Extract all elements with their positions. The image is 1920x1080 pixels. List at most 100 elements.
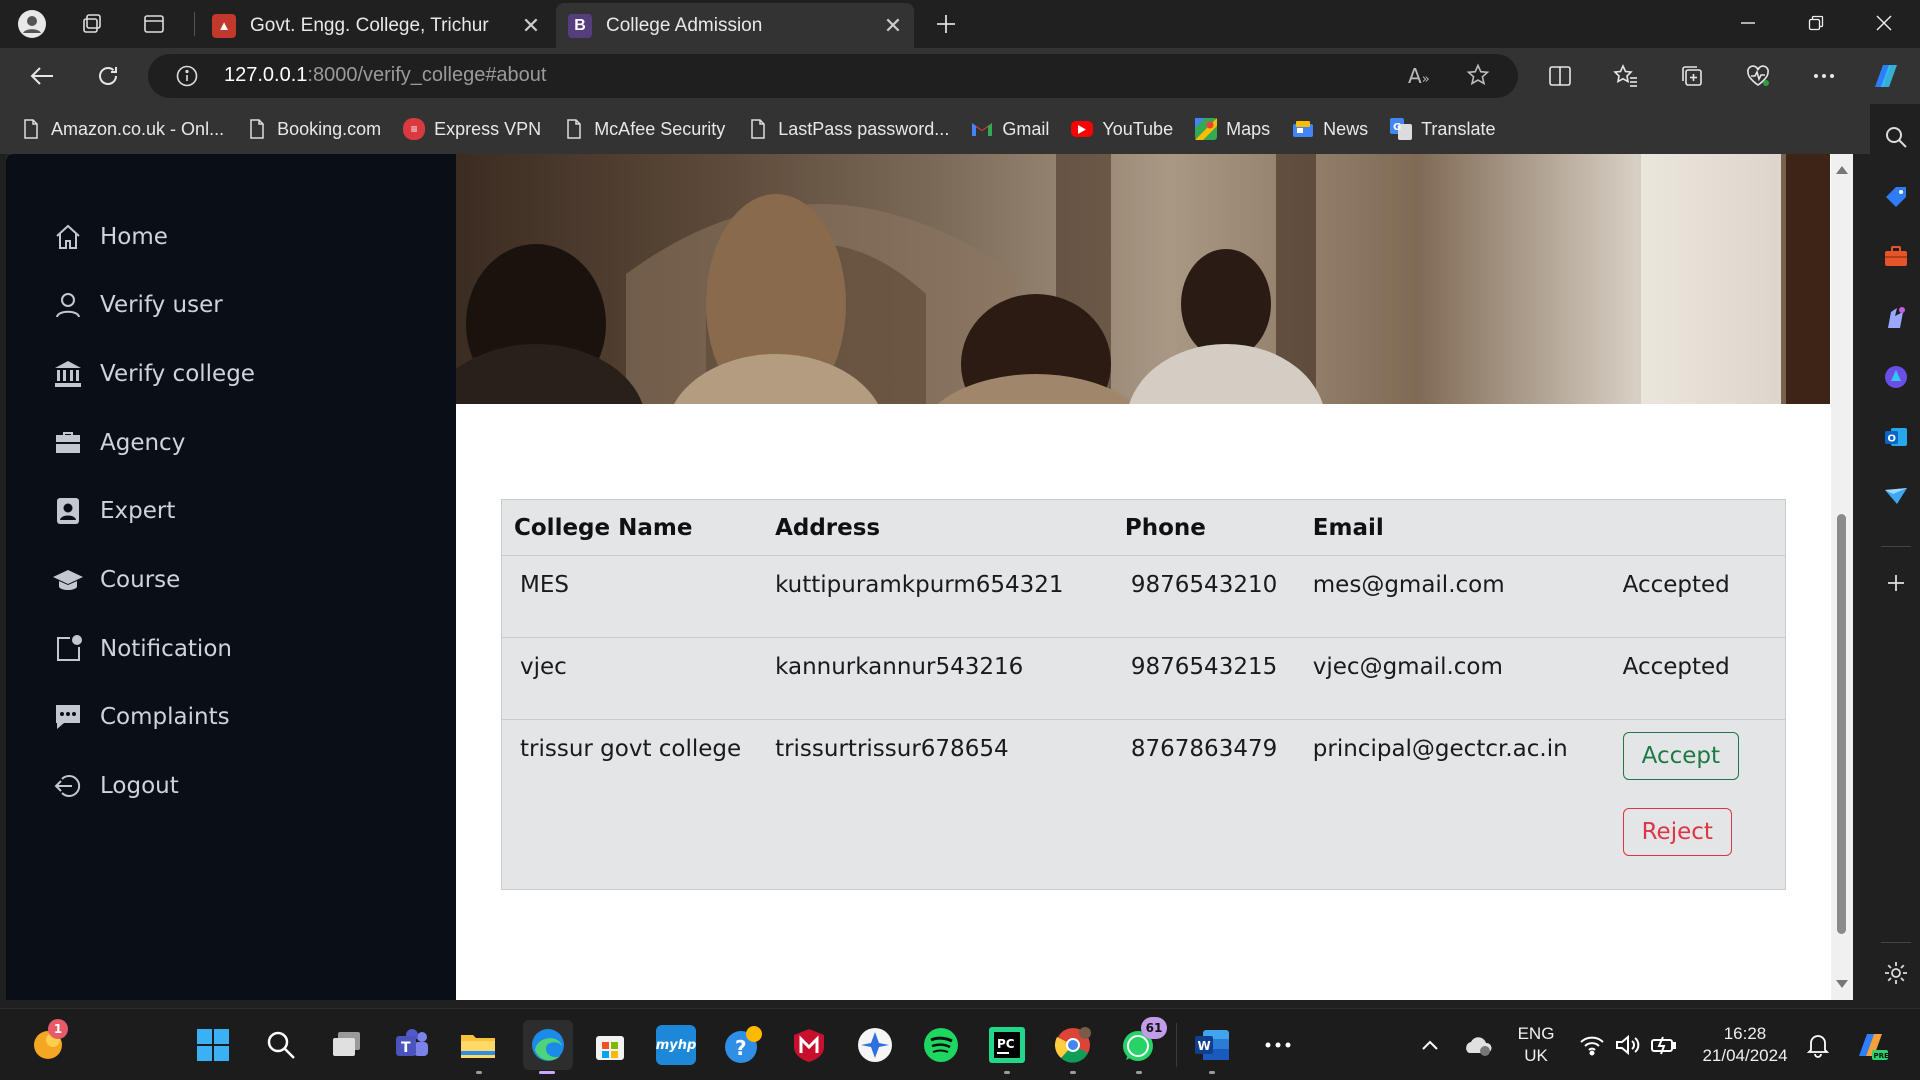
favorite-star-icon[interactable] bbox=[1466, 63, 1490, 91]
search-icon[interactable] bbox=[261, 1025, 301, 1065]
bookmark-translate[interactable]: G Translate bbox=[1390, 118, 1495, 140]
search-icon[interactable] bbox=[1883, 124, 1909, 150]
send-icon[interactable] bbox=[1883, 484, 1909, 510]
site-info-icon[interactable] bbox=[176, 65, 198, 91]
accept-button[interactable]: Accept bbox=[1622, 732, 1739, 780]
close-tab-icon[interactable]: ✕ bbox=[878, 13, 908, 39]
tools-icon[interactable] bbox=[1883, 244, 1909, 270]
copilot-app-icon[interactable] bbox=[1883, 364, 1909, 390]
tab-actions-icon[interactable] bbox=[138, 8, 170, 40]
language-indicator[interactable]: ENG UK bbox=[1504, 1023, 1568, 1067]
tab-title: College Admission bbox=[606, 14, 763, 36]
sidebar-item-label: Verify user bbox=[100, 292, 223, 318]
new-tab-icon[interactable] bbox=[930, 8, 962, 40]
page-scrollbar[interactable] bbox=[1831, 154, 1853, 1000]
more-apps-icon[interactable] bbox=[1258, 1025, 1298, 1065]
browser-essentials-icon[interactable] bbox=[1738, 58, 1778, 94]
sidebar-item-course[interactable]: Course bbox=[52, 560, 180, 600]
collections-icon[interactable] bbox=[1672, 58, 1712, 94]
url-path: :8000/verify_college#about bbox=[307, 64, 547, 86]
running-indicator bbox=[476, 1071, 482, 1074]
add-icon[interactable] bbox=[1883, 570, 1909, 596]
clock[interactable]: 16:28 21/04/2024 bbox=[1690, 1023, 1800, 1067]
scroll-up-arrow-icon[interactable] bbox=[1836, 166, 1848, 174]
column-header-empty bbox=[1623, 500, 1786, 556]
bookmark-amazon[interactable]: Amazon.co.uk - Onl... bbox=[20, 118, 224, 140]
wifi-icon[interactable] bbox=[1572, 1025, 1612, 1065]
bookmark-news[interactable]: News bbox=[1292, 118, 1368, 140]
refresh-icon[interactable] bbox=[88, 58, 128, 94]
table-header-row: College Name Address Phone Email bbox=[502, 500, 1786, 556]
reject-button[interactable]: Reject bbox=[1622, 808, 1732, 856]
favorites-icon[interactable] bbox=[1606, 58, 1646, 94]
teams-icon[interactable]: T bbox=[392, 1025, 432, 1065]
bookmark-expressvpn[interactable]: ≡ Express VPN bbox=[403, 118, 541, 140]
tab-govt-engg-college[interactable]: ▲ Govt. Engg. College, Trichur ✕ bbox=[200, 3, 552, 48]
weather-icon[interactable]: 1 bbox=[28, 1019, 68, 1065]
bookmark-maps[interactable]: Maps bbox=[1195, 118, 1270, 140]
bookmark-gmail[interactable]: Gmail bbox=[971, 118, 1049, 140]
pycharm-icon[interactable]: PC bbox=[987, 1025, 1027, 1065]
close-tab-icon[interactable]: ✕ bbox=[516, 13, 546, 39]
bookmark-lastpass[interactable]: LastPass password... bbox=[747, 118, 949, 140]
sidebar-item-verify-college[interactable]: Verify college bbox=[52, 354, 255, 394]
svg-text:PRE: PRE bbox=[1874, 1052, 1890, 1060]
windows-start-icon[interactable] bbox=[193, 1025, 233, 1065]
sidebar-item-notification[interactable]: Notification bbox=[52, 629, 232, 669]
app-store-compass-icon[interactable] bbox=[855, 1025, 895, 1065]
back-arrow-icon[interactable] bbox=[22, 58, 62, 94]
college-name: trissur govt college bbox=[520, 736, 742, 762]
shopping-tag-icon[interactable] bbox=[1883, 184, 1909, 210]
notifications-bell-icon[interactable] bbox=[1798, 1025, 1838, 1065]
read-aloud-icon[interactable]: A» bbox=[1408, 64, 1430, 88]
bookmark-booking[interactable]: Booking.com bbox=[246, 118, 381, 140]
table-row: trissur govt college trissurtrissur67865… bbox=[501, 719, 1786, 890]
word-icon[interactable]: W bbox=[1192, 1025, 1232, 1065]
tab-college-admission[interactable]: B College Admission ✕ bbox=[556, 3, 914, 48]
games-icon[interactable] bbox=[1883, 304, 1909, 330]
sidebar-item-verify-user[interactable]: Verify user bbox=[52, 285, 223, 325]
edge-taskbar-icon[interactable] bbox=[523, 1020, 573, 1070]
sidebar-item-logout[interactable]: Logout bbox=[52, 766, 179, 806]
whatsapp-icon[interactable]: 61 bbox=[1119, 1017, 1167, 1065]
college-email: vjec@gmail.com bbox=[1312, 654, 1503, 680]
chrome-icon[interactable] bbox=[1053, 1025, 1093, 1065]
sidebar-item-complaints[interactable]: Complaints bbox=[52, 697, 230, 737]
spotify-icon[interactable] bbox=[921, 1025, 961, 1065]
more-options-icon[interactable] bbox=[1804, 58, 1844, 94]
sidebar-item-expert[interactable]: Expert bbox=[52, 491, 175, 531]
bookmarks-bar: Amazon.co.uk - Onl... Booking.com ≡ Expr… bbox=[0, 104, 1870, 154]
get-help-icon[interactable]: ? bbox=[723, 1025, 763, 1065]
volume-icon[interactable] bbox=[1608, 1025, 1648, 1065]
sidebar-item-agency[interactable]: Agency bbox=[52, 423, 185, 463]
battery-icon[interactable] bbox=[1644, 1025, 1684, 1065]
sidebar-item-home[interactable]: Home bbox=[52, 217, 168, 257]
profile-icon[interactable] bbox=[16, 8, 48, 40]
settings-gear-icon[interactable] bbox=[1883, 960, 1909, 986]
scroll-down-arrow-icon[interactable] bbox=[1836, 980, 1848, 988]
address-bar[interactable]: 127.0.0.1:8000/verify_college#about A» bbox=[148, 54, 1518, 98]
column-header: Email bbox=[1312, 514, 1384, 541]
onedrive-weather-icon[interactable] bbox=[1458, 1025, 1498, 1065]
task-view-icon[interactable] bbox=[327, 1025, 367, 1065]
copilot-preview-icon[interactable]: PRE bbox=[1852, 1025, 1892, 1065]
bookmark-youtube[interactable]: YouTube bbox=[1071, 119, 1173, 140]
sidebar-item-label: Logout bbox=[100, 773, 179, 799]
minimize-button[interactable] bbox=[1714, 0, 1782, 46]
bookmark-mcafee[interactable]: McAfee Security bbox=[563, 118, 725, 140]
workspaces-icon[interactable] bbox=[76, 8, 108, 40]
show-hidden-icons-icon[interactable] bbox=[1410, 1025, 1450, 1065]
page-icon bbox=[246, 118, 268, 140]
url-text[interactable]: 127.0.0.1:8000/verify_college#about bbox=[224, 64, 546, 87]
close-window-button[interactable] bbox=[1850, 0, 1918, 46]
mcafee-icon[interactable] bbox=[789, 1025, 829, 1065]
myhp-icon[interactable]: myhp bbox=[656, 1025, 696, 1065]
microsoft-store-icon[interactable] bbox=[590, 1025, 630, 1065]
copilot-icon[interactable] bbox=[1866, 58, 1906, 94]
file-explorer-icon[interactable] bbox=[458, 1025, 498, 1065]
restore-button[interactable] bbox=[1782, 0, 1850, 46]
split-screen-icon[interactable] bbox=[1540, 58, 1580, 94]
scrollbar-thumb[interactable] bbox=[1837, 514, 1846, 934]
running-indicator bbox=[1136, 1071, 1142, 1074]
outlook-icon[interactable]: O bbox=[1883, 424, 1909, 450]
